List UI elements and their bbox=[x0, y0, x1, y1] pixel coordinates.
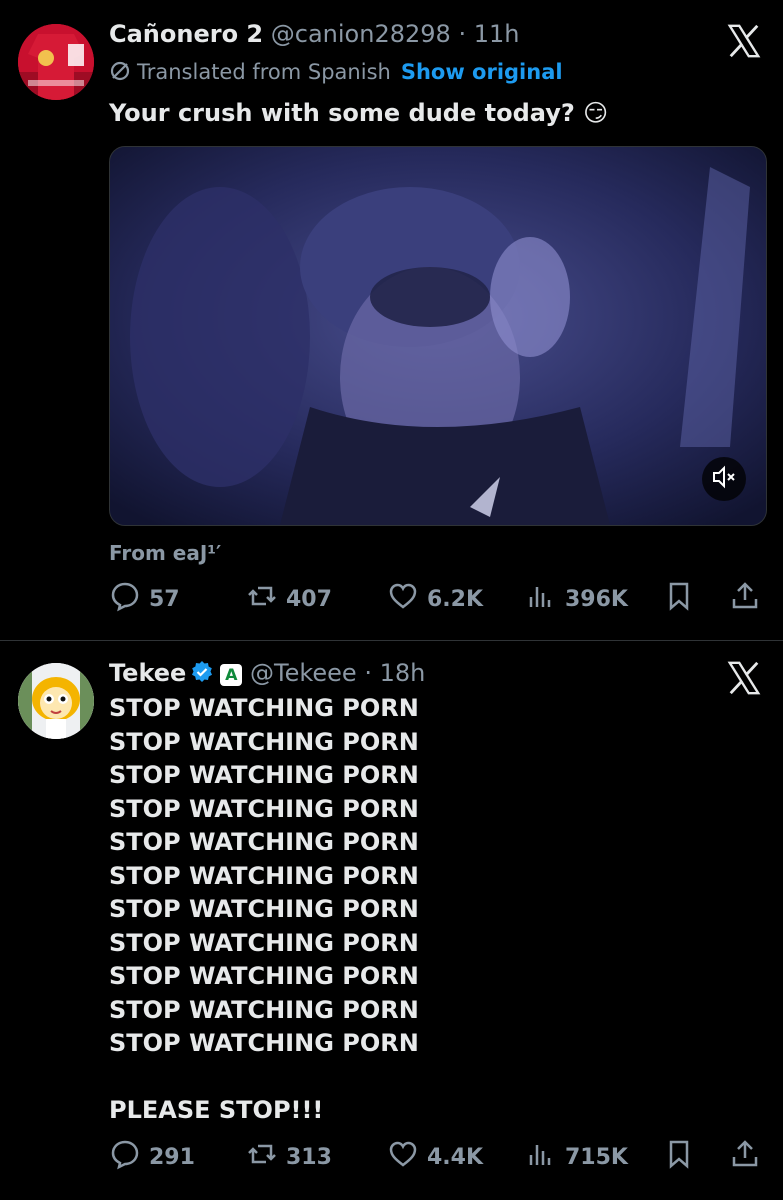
repost-button[interactable]: 313 bbox=[246, 1137, 332, 1177]
like-button[interactable]: 4.4K bbox=[387, 1137, 483, 1177]
video-player[interactable] bbox=[109, 146, 767, 526]
reply-button[interactable]: 57 bbox=[109, 579, 180, 619]
share-button[interactable] bbox=[729, 1137, 761, 1177]
views-chart-icon bbox=[525, 1138, 565, 1176]
like-button[interactable]: 6.2K bbox=[387, 579, 483, 619]
text-line: STOP WATCHING PORN bbox=[109, 694, 419, 722]
repost-icon bbox=[246, 580, 286, 618]
mute-button[interactable] bbox=[702, 457, 746, 501]
views-count: 396K bbox=[565, 586, 628, 612]
views-chart-icon bbox=[525, 580, 565, 618]
display-name[interactable]: Tekee bbox=[109, 659, 186, 687]
heart-icon bbox=[387, 1138, 427, 1176]
video-source[interactable]: From eaJ¹′ bbox=[109, 541, 221, 565]
display-name[interactable]: Cañonero 2 bbox=[109, 20, 263, 48]
show-original-link[interactable]: Show original bbox=[401, 60, 563, 84]
separator-dot: · bbox=[458, 20, 467, 48]
separator-dot: · bbox=[364, 659, 372, 687]
post-1[interactable]: Cañonero 2 @canion28298 · 11h Translated… bbox=[0, 0, 783, 640]
avatar[interactable] bbox=[18, 663, 94, 739]
avatar-image bbox=[18, 24, 94, 100]
post-header: Cañonero 2 @canion28298 · 11h bbox=[109, 20, 519, 48]
post-header: Tekee A @Tekeee · 18h bbox=[109, 659, 425, 687]
reply-button[interactable]: 291 bbox=[109, 1137, 195, 1177]
text-line: STOP WATCHING PORN bbox=[109, 761, 419, 789]
reply-count: 291 bbox=[149, 1144, 195, 1170]
repost-button[interactable]: 407 bbox=[246, 579, 332, 619]
muted-speaker-icon bbox=[711, 464, 737, 494]
bookmark-button[interactable] bbox=[663, 579, 695, 619]
share-icon bbox=[729, 580, 761, 618]
tweet-text: Your crush with some dude today? 😏 bbox=[109, 99, 609, 127]
video-frame bbox=[110, 147, 766, 525]
text-line: PLEASE STOP!!! bbox=[109, 1096, 324, 1124]
repost-count: 407 bbox=[286, 586, 332, 612]
views-button[interactable]: 715K bbox=[525, 1137, 628, 1177]
share-button[interactable] bbox=[729, 579, 761, 619]
verified-badge-icon[interactable] bbox=[190, 660, 214, 684]
repost-icon bbox=[246, 1138, 286, 1176]
post-time[interactable]: 11h bbox=[474, 20, 520, 48]
post-time[interactable]: 18h bbox=[380, 659, 426, 687]
repost-count: 313 bbox=[286, 1144, 332, 1170]
bookmark-icon bbox=[663, 1138, 695, 1176]
affiliate-badge[interactable]: A bbox=[220, 664, 243, 686]
reply-icon bbox=[109, 580, 149, 618]
text-line: STOP WATCHING PORN bbox=[109, 928, 419, 957]
text-line: STOP WATCHING PORN bbox=[109, 962, 419, 990]
user-handle[interactable]: @canion28298 bbox=[271, 20, 451, 48]
post-2[interactable]: Tekee A @Tekeee · 18h STOP WATCHING PORN … bbox=[0, 641, 783, 1200]
avatar-image bbox=[18, 663, 94, 739]
avatar[interactable] bbox=[18, 24, 94, 100]
text-line: STOP WATCHING PORN bbox=[109, 861, 419, 890]
translation-notice: Translated from Spanish Show original bbox=[109, 60, 563, 87]
text-line: STOP WATCHING PORN bbox=[109, 794, 419, 823]
like-count: 6.2K bbox=[427, 586, 484, 612]
text-line: STOP WATCHING PORN bbox=[109, 727, 419, 756]
text-line: STOP WATCHING PORN bbox=[109, 895, 419, 923]
like-count: 4.4K bbox=[427, 1144, 484, 1170]
action-bar: 57 407 6.2K 396K bbox=[109, 579, 765, 619]
text-line: STOP WATCHING PORN bbox=[109, 995, 419, 1024]
text-line: STOP WATCHING PORN bbox=[109, 828, 419, 856]
heart-icon bbox=[387, 580, 427, 618]
x-logo-icon[interactable] bbox=[725, 659, 763, 697]
reply-count: 57 bbox=[149, 586, 180, 612]
action-bar: 291 313 4.4K 715K bbox=[109, 1137, 765, 1177]
translate-icon bbox=[109, 60, 131, 87]
reply-icon bbox=[109, 1138, 149, 1176]
x-logo-icon[interactable] bbox=[725, 22, 763, 60]
tweet-text: STOP WATCHING PORN STOP WATCHING PORN ST… bbox=[109, 692, 419, 1128]
bookmark-button[interactable] bbox=[663, 1137, 695, 1177]
share-icon bbox=[729, 1138, 761, 1176]
text-line: STOP WATCHING PORN bbox=[109, 1029, 419, 1057]
views-button[interactable]: 396K bbox=[525, 579, 628, 619]
user-handle[interactable]: @Tekeee bbox=[250, 659, 357, 687]
views-count: 715K bbox=[565, 1144, 628, 1170]
bookmark-icon bbox=[663, 580, 695, 618]
translated-label: Translated from Spanish bbox=[137, 60, 391, 84]
